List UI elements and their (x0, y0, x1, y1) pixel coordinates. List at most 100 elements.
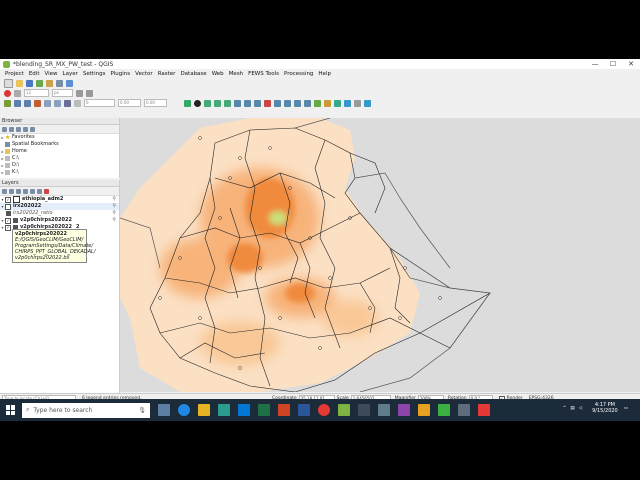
rotate-feature-icon[interactable] (224, 99, 231, 107)
network-icon[interactable]: ▤ (570, 406, 574, 411)
menu-help[interactable]: Help (318, 71, 331, 77)
plugin-d-icon[interactable] (344, 99, 351, 107)
browser-item-favorites[interactable]: ▸ ★ Favorites (0, 134, 119, 141)
style-icon[interactable] (2, 188, 7, 194)
filter-legend-icon[interactable] (23, 188, 28, 194)
help-icon[interactable] (364, 99, 371, 107)
label-tool-icon[interactable] (66, 79, 73, 87)
save-project-icon[interactable] (26, 79, 33, 87)
font-unit-field[interactable]: px (52, 89, 73, 97)
plugin-c-icon[interactable] (334, 99, 341, 107)
layer-row[interactable]: ▾ irx202022 ⚲ (0, 203, 119, 210)
windows-start-icon[interactable] (6, 405, 16, 415)
pan-icon[interactable] (4, 99, 11, 107)
split-icon[interactable] (274, 99, 281, 107)
file-explorer-icon[interactable] (198, 404, 210, 416)
menu-web[interactable]: Web (212, 71, 224, 77)
expand-icon[interactable] (30, 188, 35, 194)
offset-field[interactable]: 0 (84, 99, 115, 107)
open-project-icon[interactable] (16, 79, 23, 87)
task-view-icon[interactable] (158, 404, 170, 416)
remove-layer-icon[interactable] (44, 188, 49, 194)
bold-icon[interactable] (76, 89, 83, 97)
field-calc-icon[interactable] (74, 99, 81, 107)
app-icon[interactable] (378, 404, 390, 416)
add-group-icon[interactable] (9, 188, 14, 194)
maximize-button[interactable]: ☐ (604, 59, 622, 69)
app-icon[interactable] (358, 404, 370, 416)
menu-fews-tools[interactable]: FEWS Tools (248, 71, 279, 77)
simplify-icon[interactable] (234, 99, 241, 107)
layer-row[interactable]: ▾ ✓ ethiopia_adm2 ⚲ (0, 196, 119, 203)
clock[interactable]: 4:17 PM 9/15/2020 (592, 402, 618, 414)
record-icon[interactable] (4, 89, 11, 97)
powerpoint-icon[interactable] (278, 404, 290, 416)
taskbar-search[interactable]: ⌕ Type here to search 🎙 (22, 402, 150, 418)
layer-row[interactable]: irx202022_ratio ⚲ (0, 210, 119, 217)
browser-item-bookmarks[interactable]: Spatial Bookmarks (0, 141, 119, 148)
browser-item-c-drive[interactable]: ▸ C:\ (0, 155, 119, 162)
app-icon[interactable] (418, 404, 430, 416)
map-svg[interactable] (120, 118, 640, 392)
layer-row[interactable]: ▾ ✓ v2p0chirps202022 ⚲ (0, 217, 119, 224)
save-edits-icon[interactable] (184, 99, 191, 107)
layer-style-icon[interactable] (56, 79, 63, 87)
measure-icon[interactable] (54, 99, 61, 107)
close-button[interactable]: ✕ (622, 59, 640, 69)
delete-part-icon[interactable] (264, 99, 271, 107)
collapse-all-icon[interactable] (37, 188, 42, 194)
collapse-icon[interactable] (23, 126, 28, 132)
layer-checkbox[interactable]: ✓ (5, 217, 11, 224)
tray-chevron-icon[interactable]: ^ (563, 406, 567, 411)
map-canvas[interactable] (120, 118, 640, 392)
app-icon[interactable] (438, 404, 450, 416)
attribute-table-icon[interactable] (64, 99, 71, 107)
y-field[interactable]: 0.00 (144, 99, 167, 107)
menu-project[interactable]: Project (5, 71, 24, 77)
menu-settings[interactable]: Settings (83, 71, 106, 77)
qgis-taskbar-icon[interactable] (338, 404, 350, 416)
browser-item-home[interactable]: ▸ Home (0, 148, 119, 155)
menu-layer[interactable]: Layer (63, 71, 78, 77)
browser-item-d-drive[interactable]: ▸ D:\ (0, 162, 119, 169)
chrome-icon[interactable] (318, 404, 330, 416)
merge-icon[interactable] (284, 99, 291, 107)
layer-checkbox[interactable] (5, 203, 11, 210)
plugin-b-icon[interactable] (324, 99, 331, 107)
minimize-button[interactable]: — (586, 59, 604, 69)
gear-icon[interactable] (194, 99, 201, 107)
visibility-icon[interactable] (16, 188, 21, 194)
layer-checkbox[interactable]: ✓ (5, 224, 11, 231)
add-ring-icon[interactable] (244, 99, 251, 107)
menu-edit[interactable]: Edit (29, 71, 40, 77)
layer-checkbox[interactable]: ✓ (5, 196, 11, 203)
font-icon[interactable] (14, 89, 21, 97)
mail-icon[interactable] (238, 404, 250, 416)
plugin-a-icon[interactable] (314, 99, 321, 107)
refresh-icon[interactable] (9, 126, 14, 132)
app-icon[interactable] (478, 404, 490, 416)
microphone-icon[interactable]: 🎙 (138, 407, 146, 414)
node-tool-icon[interactable] (204, 99, 211, 107)
font-size-field[interactable]: 12 (24, 89, 49, 97)
zoom-out-icon[interactable] (24, 99, 31, 107)
browser-item-k-drive[interactable]: ▸ K:\ (0, 169, 119, 176)
menu-raster[interactable]: Raster (158, 71, 176, 77)
menu-plugins[interactable]: Plugins (110, 71, 130, 77)
edit-pencil-icon[interactable] (46, 79, 53, 87)
app-icon[interactable] (398, 404, 410, 416)
new-project-icon[interactable] (4, 78, 13, 88)
menu-processing[interactable]: Processing (284, 71, 313, 77)
reshape-icon[interactable] (294, 99, 301, 107)
edge-icon[interactable] (178, 404, 190, 416)
menu-vector[interactable]: Vector (135, 71, 153, 77)
add-layer-icon[interactable] (2, 126, 7, 132)
identify-icon[interactable] (34, 99, 41, 107)
select-icon[interactable] (44, 99, 51, 107)
italic-icon[interactable] (86, 89, 93, 97)
word-icon[interactable] (298, 404, 310, 416)
offset-curve-icon[interactable] (304, 99, 311, 107)
filter-icon[interactable] (16, 126, 21, 132)
excel-icon[interactable] (258, 404, 270, 416)
app-icon[interactable] (458, 404, 470, 416)
